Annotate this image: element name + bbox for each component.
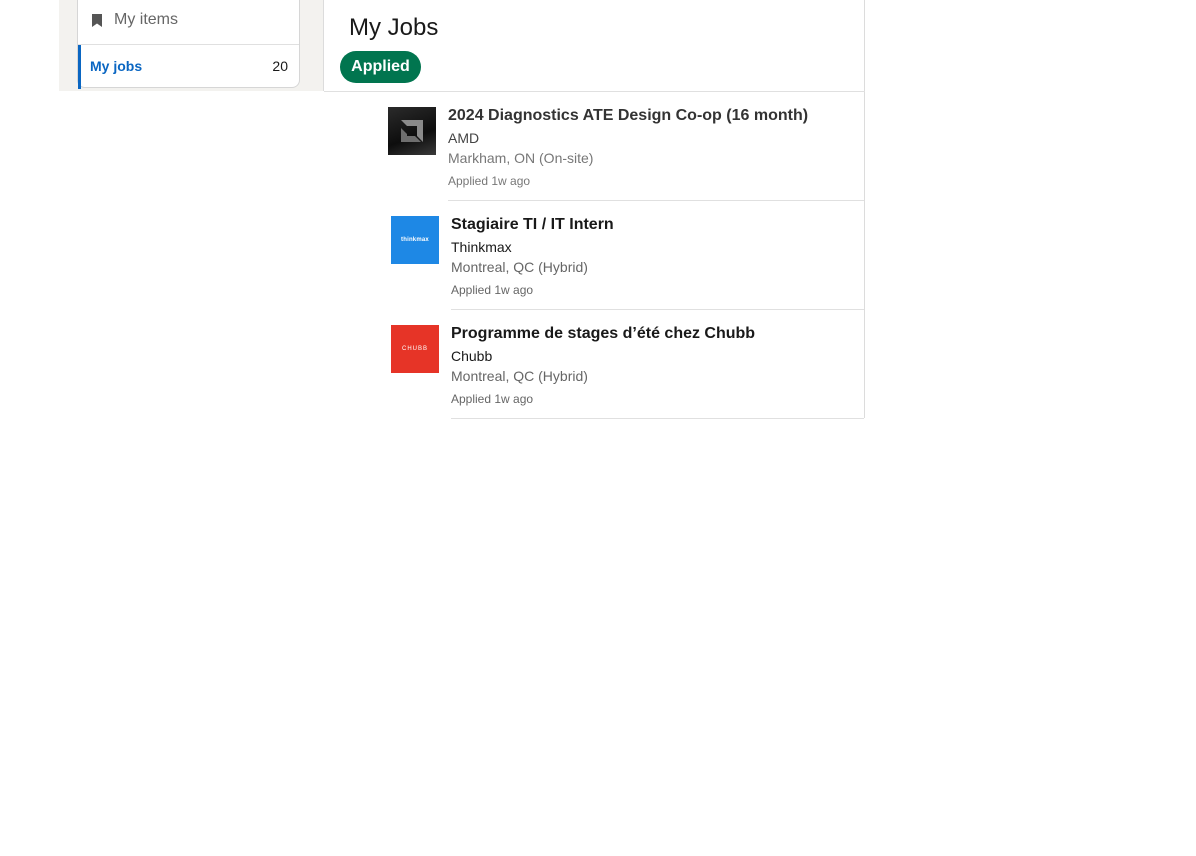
job-applied-status: Applied 1w ago bbox=[451, 392, 534, 406]
chubb-logo-text: CHUBB bbox=[401, 346, 428, 352]
job-title-link[interactable]: 2024 Diagnostics ATE Design Co-op (16 mo… bbox=[448, 107, 808, 125]
divider bbox=[448, 200, 864, 201]
job-location: Montreal, QC (Hybrid) bbox=[451, 368, 588, 384]
page-title: My Jobs bbox=[349, 14, 439, 41]
divider bbox=[451, 309, 864, 310]
job-title-link[interactable]: Stagiaire TI / IT Intern bbox=[451, 216, 614, 234]
job-company: Chubb bbox=[451, 348, 493, 364]
job-company: AMD bbox=[448, 130, 480, 146]
job-applied-status: Applied 1w ago bbox=[451, 283, 534, 297]
job-applied-status: Applied 1w ago bbox=[448, 174, 531, 188]
sidebar-item-my-jobs[interactable]: My jobs 20 bbox=[78, 45, 299, 89]
amd-arrow-icon bbox=[401, 120, 423, 142]
job-location: Markham, ON (On-site) bbox=[448, 150, 594, 166]
thinkmax-logo[interactable]: thinkmax bbox=[391, 216, 439, 264]
sidebar-card: My items My jobs 20 bbox=[77, 0, 300, 89]
main-panel-border bbox=[323, 0, 324, 91]
divider bbox=[324, 91, 865, 92]
thinkmax-logo-text: thinkmax bbox=[401, 237, 429, 243]
main-panel-border bbox=[864, 0, 865, 418]
sidebar-item-count: 20 bbox=[272, 58, 288, 74]
job-location: Montreal, QC (Hybrid) bbox=[451, 259, 588, 275]
chubb-logo[interactable]: CHUBB bbox=[391, 325, 439, 373]
applied-filter-pill[interactable]: Applied bbox=[340, 51, 421, 83]
divider bbox=[451, 418, 864, 419]
active-indicator bbox=[78, 45, 81, 89]
amd-logo[interactable] bbox=[388, 107, 436, 155]
my-items-label: My items bbox=[114, 11, 178, 28]
my-items-header: My items bbox=[92, 11, 178, 29]
sidebar-item-label: My jobs bbox=[90, 58, 143, 74]
bookmark-icon bbox=[92, 13, 102, 27]
job-title-link[interactable]: Programme de stages d’été chez Chubb bbox=[451, 325, 755, 343]
job-company: Thinkmax bbox=[451, 239, 512, 255]
